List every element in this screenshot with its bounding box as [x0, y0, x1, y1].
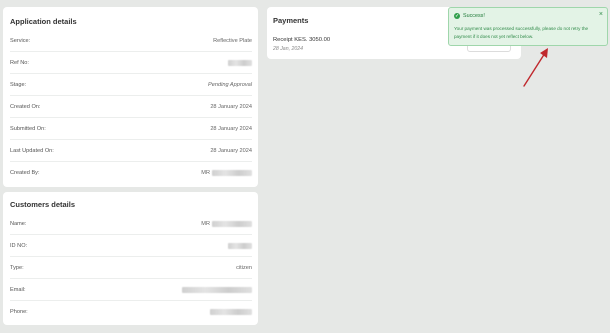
customer-details-title: Customers details: [10, 200, 76, 209]
name-value: MR: [201, 220, 252, 227]
last-updated-value: 28 January 2024: [210, 147, 252, 154]
id-no-redacted: [228, 242, 252, 249]
toast-title: Success!: [463, 13, 485, 19]
service-label: Service:: [10, 37, 31, 44]
email-value: [182, 286, 252, 293]
payments-title: Payments: [273, 16, 309, 25]
cust-row-type: Type: citizen: [10, 257, 252, 279]
email-label: Email:: [10, 286, 26, 293]
payment-date: 28 Jan, 2024: [273, 46, 303, 52]
id-no-label: ID NO:: [10, 242, 28, 249]
app-row-created-on: Created On: 28 January 2024: [10, 96, 252, 118]
phone-label: Phone:: [10, 309, 28, 315]
toast-message: Your payment was processed successfully,…: [454, 26, 589, 39]
type-value: citizen: [236, 264, 252, 271]
cust-row-email: Email:: [10, 279, 252, 301]
payment-item: Receipt KES. 3050.00 28 Jan, 2024: [273, 37, 330, 52]
cust-row-id-no: ID NO:: [10, 235, 252, 257]
email-redacted: [182, 286, 252, 293]
created-by-prefix: MR: [201, 170, 210, 176]
id-no-value: [228, 242, 252, 249]
name-prefix: MR: [201, 220, 210, 227]
name-redacted: [212, 220, 252, 227]
app-row-submitted-on: Submitted On: 28 January 2024: [10, 118, 252, 140]
application-details-card: Application details Service: Reflective …: [3, 7, 258, 187]
created-by-redacted: [212, 170, 252, 176]
submitted-on-label: Submitted On:: [10, 125, 46, 132]
app-row-created-by: Created By: MR: [10, 162, 252, 184]
submitted-on-value: 28 January 2024: [210, 125, 252, 132]
success-toast: ✓ Success! × Your payment was processed …: [448, 7, 608, 46]
app-row-last-updated: Last Updated On: 28 January 2024: [10, 140, 252, 162]
customer-details-card: Customers details Name: MR ID NO: Type: …: [3, 192, 258, 325]
name-label: Name:: [10, 220, 27, 227]
created-on-label: Created On:: [10, 103, 41, 110]
stage-value: Pending Approval: [208, 81, 252, 88]
type-label: Type:: [10, 264, 24, 271]
last-updated-label: Last Updated On:: [10, 147, 54, 154]
cust-row-phone: Phone:: [10, 301, 252, 323]
created-by-label: Created By:: [10, 170, 40, 176]
app-row-ref-no: Ref No:: [10, 52, 252, 74]
ref-no-redacted: [228, 59, 252, 66]
app-row-service: Service: Reflective Plate: [10, 30, 252, 52]
service-value: Reflective Plate: [213, 37, 252, 44]
check-circle-icon: ✓: [454, 13, 460, 19]
close-icon[interactable]: ×: [599, 11, 603, 18]
phone-redacted: [210, 309, 252, 315]
ref-no-value: [228, 59, 252, 66]
stage-label: Stage:: [10, 81, 27, 88]
phone-value: [210, 309, 252, 315]
created-by-value: MR: [201, 170, 252, 176]
ref-no-label: Ref No:: [10, 59, 29, 66]
payment-receipt: Receipt KES. 3050.00: [273, 37, 331, 43]
app-row-stage: Stage: Pending Approval: [10, 74, 252, 96]
cust-row-name: Name: MR: [10, 213, 252, 235]
application-details-title: Application details: [10, 17, 77, 26]
annotation-arrow-icon: [523, 48, 548, 87]
created-on-value: 28 January 2024: [210, 103, 252, 110]
